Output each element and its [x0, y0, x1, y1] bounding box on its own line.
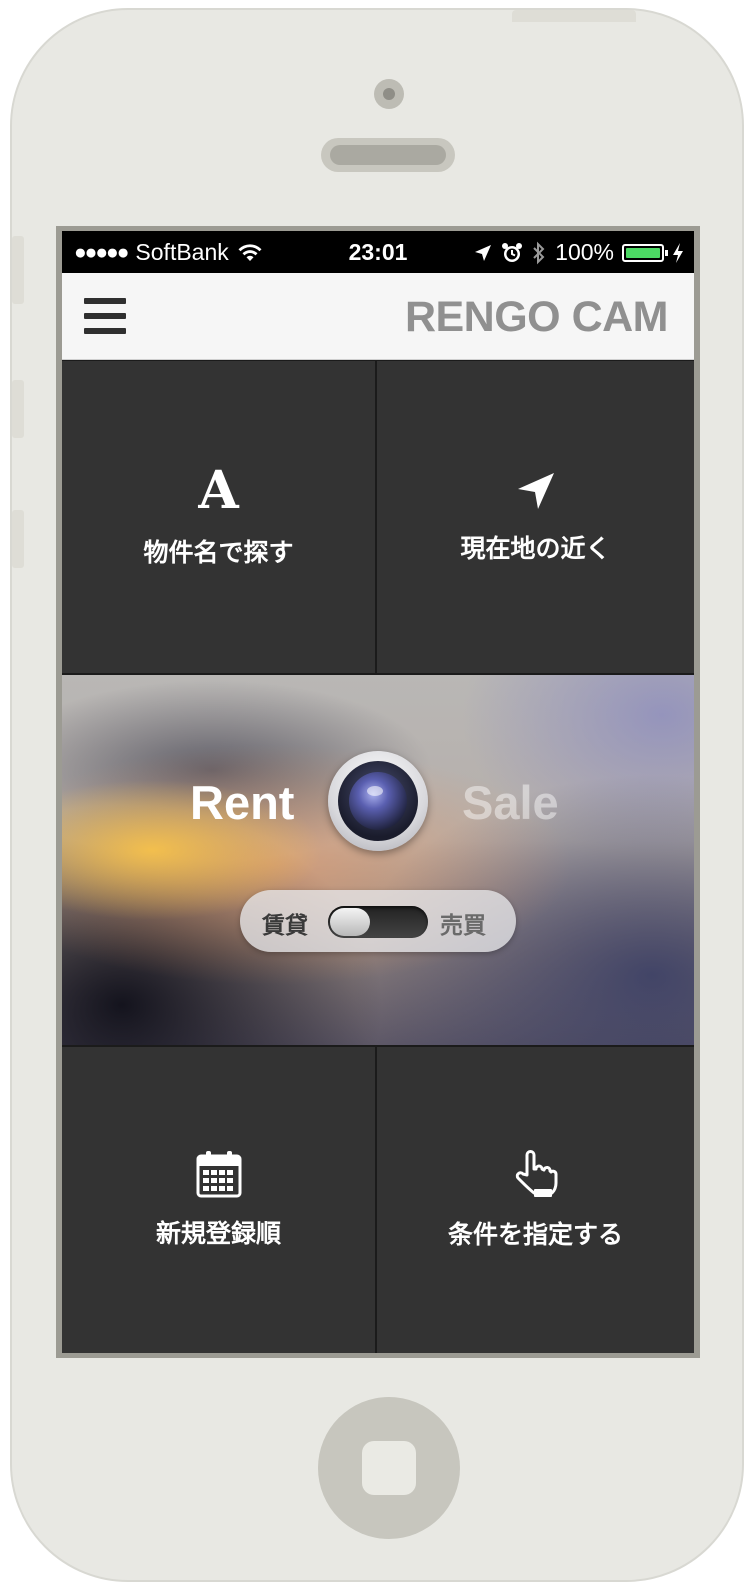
volume-down-button: [12, 510, 24, 568]
front-camera: [374, 79, 404, 109]
charging-bolt-icon: [673, 242, 683, 263]
camera-hero: Rent Sale 賃貸 売買: [62, 675, 694, 1045]
earpiece-speaker: [321, 138, 455, 172]
power-button: [512, 10, 636, 22]
home-button[interactable]: [318, 1397, 460, 1539]
battery-percent: 100%: [555, 239, 614, 265]
battery-icon: [622, 243, 668, 262]
newest-listings-tile[interactable]: 新規登録順: [62, 1047, 375, 1353]
nearby-tile[interactable]: 現在地の近く: [377, 361, 694, 673]
sale-label[interactable]: Sale: [462, 775, 559, 830]
location-arrow-icon: [517, 473, 554, 509]
status-bar: ●●●●● SoftBank 23:01 100%: [62, 231, 694, 273]
battery-level: [626, 247, 660, 258]
rent-sale-switch-panel: 賃貸 売買: [240, 890, 516, 952]
calendar-icon: [196, 1151, 241, 1198]
screen: ●●●●● SoftBank 23:01 100% RENGO CAM A 物件…: [56, 226, 700, 1358]
volume-up-button: [12, 380, 24, 438]
bluetooth-icon: [533, 241, 545, 264]
rent-toggle-label: 賃貸: [262, 913, 308, 939]
app-screen: ●●●●● SoftBank 23:01 100% RENGO CAM A 物件…: [62, 231, 694, 1353]
navigation-bar: RENGO CAM: [62, 273, 694, 360]
rent-sale-toggle[interactable]: [328, 906, 428, 938]
newest-listings-label: 新規登録順: [155, 1219, 281, 1248]
alarm-icon: [502, 242, 523, 262]
search-by-name-label: 物件名で探す: [143, 538, 294, 567]
nearby-label: 現在地の近く: [460, 534, 611, 563]
specify-conditions-tile[interactable]: 条件を指定する: [377, 1047, 694, 1353]
app-title: RENGO CAM: [404, 293, 669, 341]
camera-lens-icon[interactable]: [328, 751, 428, 851]
search-by-name-tile[interactable]: A 物件名で探す: [62, 361, 375, 673]
rent-label[interactable]: Rent: [190, 775, 294, 830]
toggle-knob[interactable]: [330, 908, 370, 936]
mute-switch: [12, 236, 24, 304]
letter-a-icon: A: [198, 460, 239, 521]
specify-conditions-label: 条件を指定する: [447, 1220, 623, 1249]
location-services-icon: [475, 244, 492, 261]
sale-toggle-label: 売買: [440, 913, 486, 939]
status-right: 100%: [473, 239, 684, 266]
menu-icon[interactable]: [84, 298, 126, 334]
pointing-hand-icon: [515, 1150, 557, 1197]
